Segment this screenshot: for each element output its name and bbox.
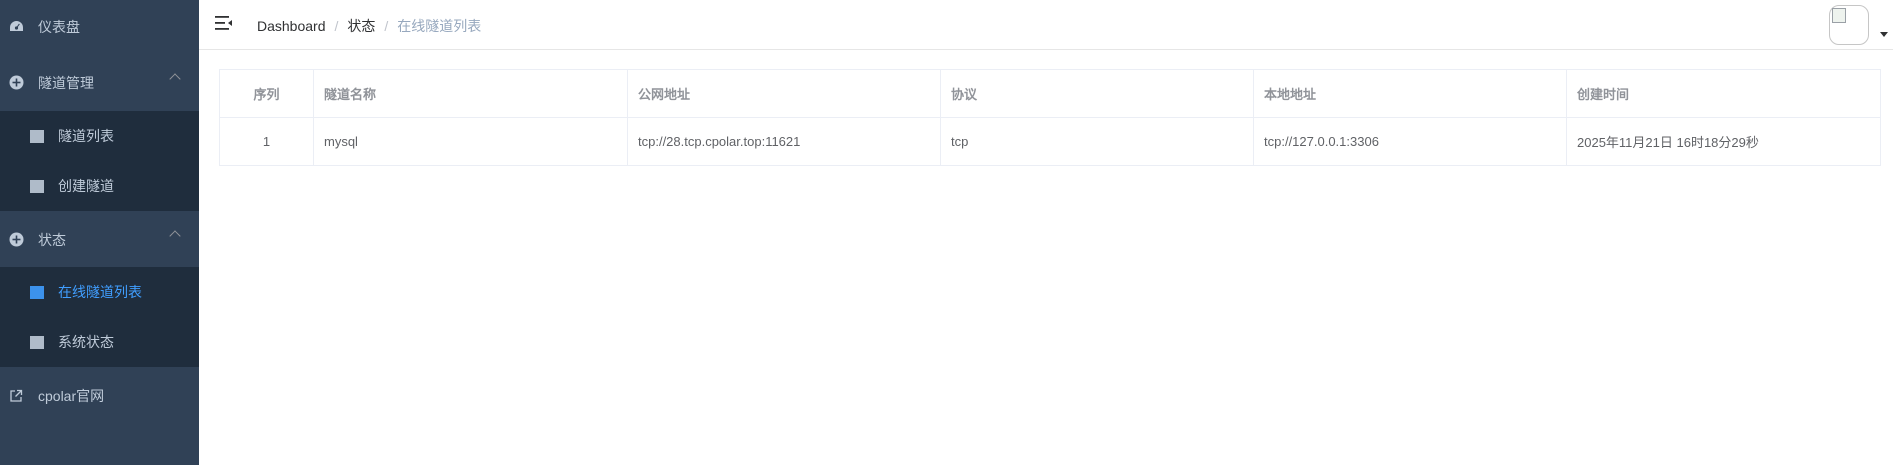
column-header: 隧道名称 [313,69,628,118]
breadcrumb-dashboard[interactable]: Dashboard [257,18,326,34]
sidebar-item-label: 仪表盘 [38,18,80,35]
plus-circle-icon [8,75,24,91]
sidebar-item-dashboard[interactable]: 仪表盘 [0,0,199,53]
table-cell: 1 [219,117,314,166]
breadcrumb-current: 在线隧道列表 [397,18,482,34]
sidebar-item-cpolar-site[interactable]: cpolar官网 [0,369,199,422]
table-header-row: 序列 隧道名称 公网地址 协议 本地地址 创建时间 [219,69,1881,118]
sidebar-item-label: 在线隧道列表 [58,284,142,300]
table-row: 1 mysql tcp://28.tcp.cpolar.top:11621 tc… [219,117,1881,166]
column-header: 创建时间 [1566,69,1881,118]
table-cell: 2025年11月21日 16时18分29秒 [1566,117,1881,166]
sidebar-item-label: 隧道管理 [38,74,94,91]
sidebar-item-status[interactable]: 状态 [0,213,199,266]
breadcrumb-separator: / [384,18,389,34]
online-tunnels-table: 序列 隧道名称 公网地址 协议 本地地址 创建时间 1 mysql tcp://… [219,69,1881,166]
avatar[interactable] [1829,5,1869,45]
plus-circle-icon [8,232,24,248]
table-icon [30,335,44,349]
sidebar-item-online-tunnels[interactable]: 在线隧道列表 [0,267,199,317]
chevron-up-icon [169,73,181,85]
column-header: 公网地址 [627,69,941,118]
table-icon [30,179,44,193]
column-header: 协议 [940,69,1254,118]
dashboard-icon [8,19,24,35]
breadcrumb-status: 状态 [347,18,376,34]
sidebar-item-tunnel-management[interactable]: 隧道管理 [0,56,199,109]
sidebar-item-create-tunnel[interactable]: 创建隧道 [0,161,199,211]
table-cell: mysql [313,117,628,166]
sidebar-item-tunnel-list[interactable]: 隧道列表 [0,111,199,161]
navbar: Dashboard / 状态 / 在线隧道列表 [199,0,1893,50]
table-cell: tcp://127.0.0.1:3306 [1253,117,1567,166]
chevron-up-icon [169,230,181,242]
column-header: 序列 [219,69,314,118]
hamburger-icon[interactable] [215,15,233,31]
column-header: 本地地址 [1253,69,1567,118]
external-link-icon [8,388,24,404]
table-cell: tcp://28.tcp.cpolar.top:11621 [627,117,941,166]
broken-image-icon [1832,8,1846,23]
sidebar-item-label: cpolar官网 [38,387,105,404]
caret-down-icon[interactable] [1880,32,1888,37]
table-cell: tcp [940,117,1254,166]
table-icon [30,285,44,299]
submenu-tunnel-management: 隧道列表 创建隧道 [0,111,199,211]
sidebar-item-label: 创建隧道 [58,178,114,194]
breadcrumb-separator: / [334,18,339,34]
sidebar-item-system-status[interactable]: 系统状态 [0,317,199,367]
table-icon [30,129,44,143]
sidebar-item-label: 隧道列表 [58,128,114,144]
breadcrumb: Dashboard / 状态 / 在线隧道列表 [257,16,481,36]
sidebar-item-label: 系统状态 [58,334,114,350]
sidebar-item-label: 状态 [38,231,66,248]
sidebar: 仪表盘 隧道管理 隧道列表 创建隧道 状态 在线隧道列表 系统状态 cpolar… [0,0,199,465]
submenu-status: 在线隧道列表 系统状态 [0,267,199,367]
